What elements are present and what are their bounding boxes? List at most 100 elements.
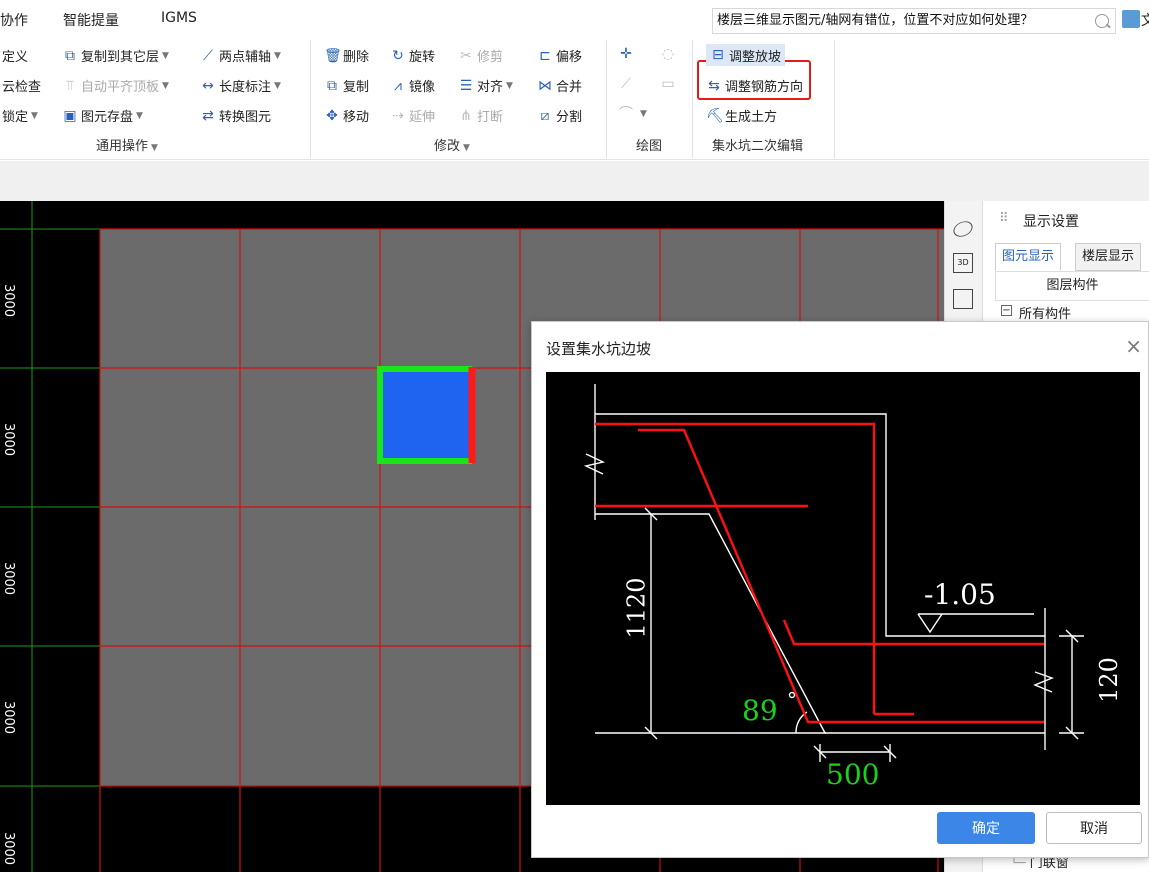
thickness-dimension: 120: [1094, 657, 1123, 703]
lock-button[interactable]: 锁定 ▼: [2, 106, 38, 125]
chevron-down-icon: ▼: [162, 80, 169, 91]
point-draw-button[interactable]: ✛: [618, 46, 637, 62]
break-button[interactable]: ⋔ 打断: [458, 106, 503, 126]
adjust-rebar-direction-button[interactable]: ⇆ 调整钢筋方向: [706, 76, 803, 96]
panel-title: 显示设置: [1023, 214, 1079, 230]
trash-icon: 🗑: [324, 47, 342, 64]
group-label-modify[interactable]: 修改 ▼: [434, 135, 470, 154]
close-icon[interactable]: ×: [1125, 334, 1142, 358]
collapse-icon[interactable]: −: [1001, 305, 1012, 316]
rotate-button[interactable]: ↻ 旋转: [390, 46, 435, 66]
slope-angle-value[interactable]: 89: [742, 694, 778, 727]
line-icon: ⟋: [621, 76, 631, 92]
cloud-check-button[interactable]: 云检查: [2, 76, 41, 95]
line-draw-button[interactable]: ⟋: [618, 76, 637, 92]
slope-diagram: 1120 -1.05 120 89 500: [546, 372, 1140, 805]
drag-handle-icon[interactable]: ⠿: [999, 211, 1009, 226]
axis-dim-label: 3000: [1, 561, 17, 596]
chevron-down-icon: ▼: [151, 143, 158, 153]
adjust-slope-button[interactable]: ⊟ 调整放坡: [706, 44, 786, 66]
define-button[interactable]: 定义: [2, 46, 28, 65]
split-icon: ⧄: [540, 107, 550, 124]
move-icon: ✥: [326, 107, 338, 124]
group-label-pit-edit: 集水坑二次编辑: [712, 139, 804, 154]
offset-button[interactable]: ⊏ 偏移: [537, 46, 582, 66]
group-label-draw: 绘图: [636, 139, 663, 154]
slope-icon: ⊟: [712, 47, 724, 63]
merge-button[interactable]: ⋈ 合并: [537, 76, 582, 96]
element-store-button[interactable]: ▣ 图元存盘 ▼: [62, 106, 143, 126]
align-icon: ☰: [459, 77, 473, 94]
trim-button[interactable]: ✂ 修剪: [458, 46, 503, 66]
slope-width-value[interactable]: 500: [826, 758, 879, 791]
generate-earthwork-button[interactable]: ⛏ 生成土方: [706, 106, 777, 126]
rebar-direction-icon: ⇆: [708, 77, 720, 94]
trim-icon: ✂: [460, 47, 472, 64]
search-icon[interactable]: [1095, 14, 1109, 28]
chevron-down-icon: ▼: [463, 143, 470, 153]
copy-to-layer-button[interactable]: ⧉ 复制到其它层 ▼: [62, 46, 169, 66]
length-dim-button[interactable]: ↔ 长度标注 ▼: [200, 76, 281, 96]
rotate-icon: ↻: [392, 47, 404, 64]
group-divider: [834, 40, 835, 158]
chevron-down-icon: ▼: [162, 50, 169, 61]
ok-button[interactable]: 确定: [937, 812, 1035, 844]
menu-igms[interactable]: IGMS: [161, 10, 197, 26]
pit-outline: [595, 513, 1045, 734]
axis-icon: ⟋: [203, 47, 213, 64]
align-top-icon: ⫪: [66, 77, 74, 94]
rebar-slope: [638, 428, 1044, 724]
layer-header: 图层构件: [995, 271, 1149, 301]
axis-dim-label: 3000: [1, 700, 17, 735]
rect-draw-button[interactable]: ▭: [660, 76, 679, 92]
menu-collaborate[interactable]: 协作: [0, 10, 28, 30]
chevron-down-icon: ▼: [136, 110, 143, 121]
tab-element-display[interactable]: 图元显示: [995, 243, 1062, 271]
chevron-down-icon: ▼: [506, 80, 513, 91]
offset-icon: ⊏: [539, 47, 551, 64]
move-button[interactable]: ✥ 移动: [324, 106, 369, 126]
depth-dimension: 1120: [622, 577, 651, 639]
align-button[interactable]: ☰ 对齐 ▼: [458, 76, 513, 96]
cube-icon[interactable]: [953, 289, 973, 309]
merge-icon: ⋈: [538, 77, 552, 94]
tree-item-all-components[interactable]: 所有构件: [1019, 303, 1071, 322]
extend-button[interactable]: ⇢ 延伸: [390, 106, 435, 126]
group-label-general[interactable]: 通用操作 ▼: [96, 135, 158, 154]
cancel-button[interactable]: 取消: [1046, 812, 1142, 844]
group-divider: [692, 40, 693, 158]
split-button[interactable]: ⧄ 分割: [537, 106, 582, 126]
chevron-down-icon: ▼: [640, 109, 647, 119]
arc-draw-button[interactable]: ⌒ ▼: [618, 106, 647, 122]
degree-mark: [788, 691, 796, 699]
rebar-top: [595, 422, 876, 714]
orbit-icon[interactable]: [950, 218, 976, 240]
group-divider: [606, 40, 607, 158]
rebar-bottom: [782, 619, 1044, 646]
3d-view-icon[interactable]: 3D: [953, 253, 973, 273]
ribbon-toolbar: 定义 云检查 锁定 ▼ ⧉ 复制到其它层 ▼ ⫪ 自动平齐顶板 ▼ ▣ 图元存盘 ▼ ⟋ 两点辅…: [0, 34, 1149, 160]
point-icon: ✛: [620, 46, 632, 62]
copy-button[interactable]: ⧉ 复制: [324, 76, 369, 96]
sump-pit[interactable]: [380, 369, 472, 461]
help-search-input[interactable]: 楼层三维显示图元/轴网有错位，位置不对应如何处理？: [712, 8, 1116, 34]
convert-element-button[interactable]: ⇄ 转换图元: [200, 106, 271, 126]
dimension-icon: ↔: [202, 77, 214, 94]
delete-button[interactable]: 🗑 删除: [324, 46, 369, 66]
axis-dim-label: 3000: [1, 831, 17, 866]
mirror-button[interactable]: ⩘ 镜像: [390, 76, 435, 96]
menu-smart-quantity[interactable]: 智能提量: [63, 10, 119, 30]
user-label[interactable]: 文: [1141, 10, 1149, 30]
tree-line-icon: └─: [1010, 856, 1030, 871]
earthwork-icon: ⛏: [706, 107, 724, 124]
rectangle-icon: ▭: [661, 76, 675, 92]
arc-icon: ⌒: [619, 106, 633, 122]
circle-draw-button[interactable]: ◌: [660, 46, 679, 62]
axis-dim-label: 3000: [1, 283, 17, 318]
break-symbol: [1033, 671, 1054, 693]
two-point-axis-button[interactable]: ⟋ 两点辅轴 ▼: [200, 46, 281, 66]
circle-icon: ◌: [661, 46, 675, 62]
tab-floor-display[interactable]: 楼层显示: [1075, 243, 1142, 271]
avatar[interactable]: [1122, 10, 1140, 28]
auto-align-slab-button[interactable]: ⫪ 自动平齐顶板 ▼: [62, 76, 169, 96]
